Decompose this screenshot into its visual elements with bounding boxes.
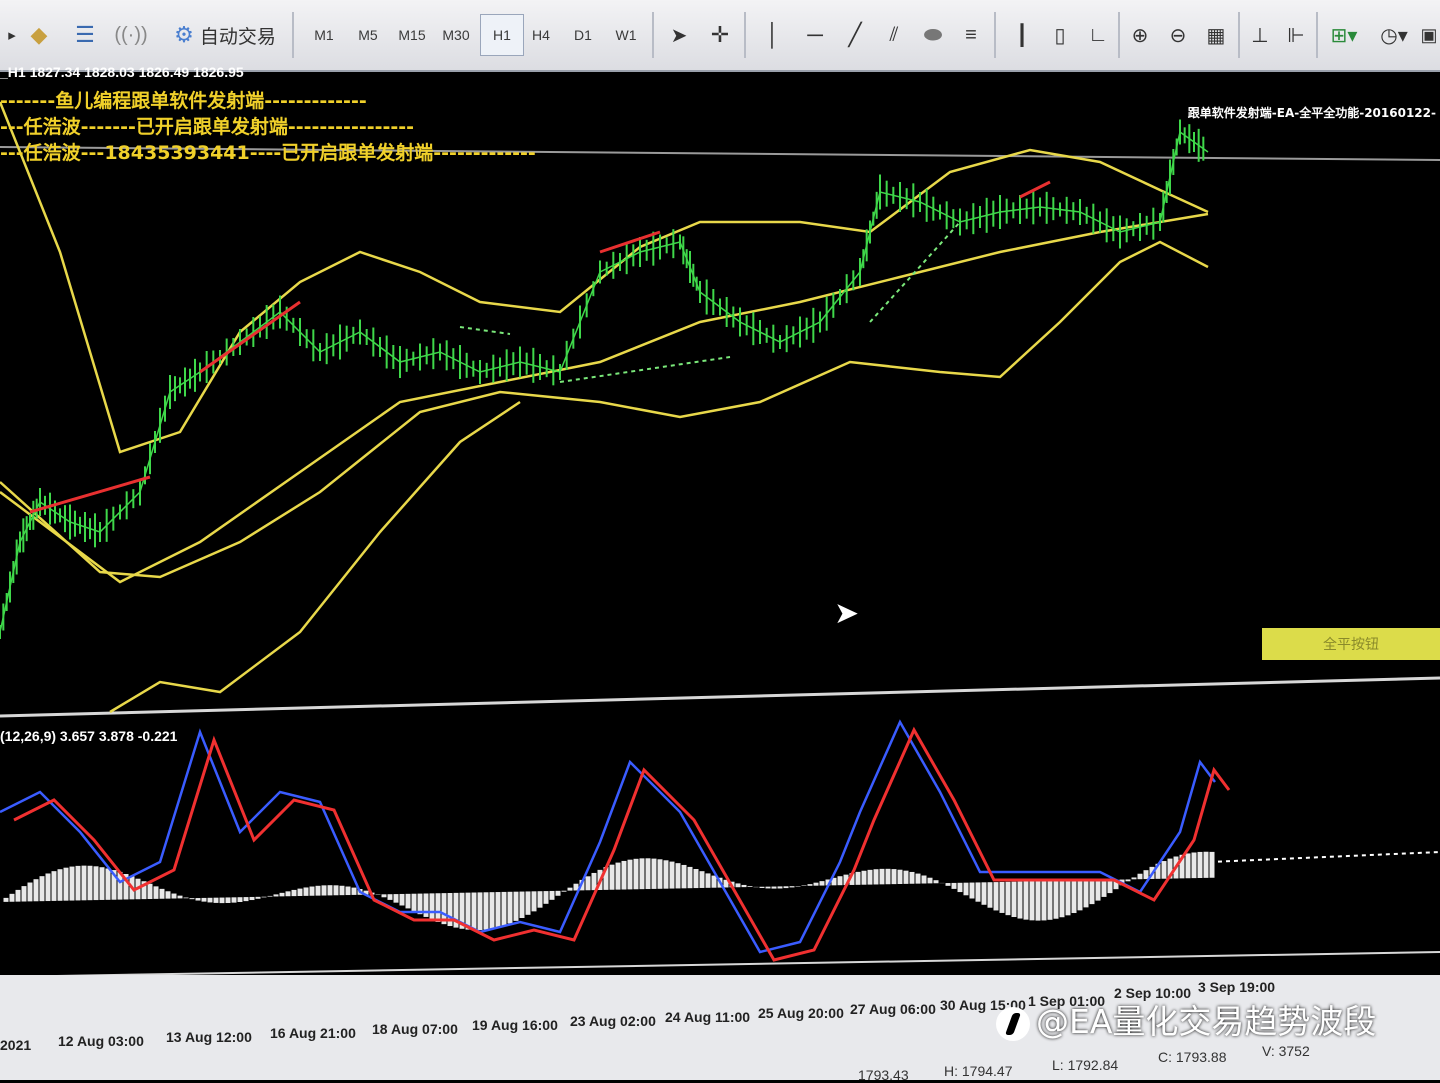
ellipse-icon[interactable]: ⬬	[918, 0, 948, 70]
watermark: @EA量化交易趋势波段	[996, 995, 1376, 1043]
time-label: 12 Aug 03:00	[58, 1033, 144, 1049]
status-price: 1793.43	[858, 1067, 909, 1083]
time-label: 3 Sep 19:00	[1198, 979, 1276, 995]
status-high: H: 1794.47	[944, 1063, 1013, 1079]
toolbar: ▸ ◆ ☰ ((·)) ⚙ 自动交易 M1 M5 M15 M30 H1 H4 D…	[0, 0, 1440, 72]
ea-label: 跟单软件发射端-EA-全平全功能-20160122-	[1187, 106, 1436, 120]
candle-chart-icon[interactable]: ▯	[1044, 0, 1076, 70]
status-close: C: 1793.88	[1158, 1049, 1227, 1065]
timeframe-w1[interactable]: W1	[608, 0, 644, 70]
horizontal-line-icon[interactable]: ─	[800, 0, 830, 70]
time-label: 13 Aug 12:00	[166, 1029, 252, 1045]
timeframe-m5[interactable]: M5	[350, 0, 386, 70]
swing-line-dashed	[459, 326, 511, 335]
time-label: 16 Aug 21:00	[270, 1025, 356, 1041]
timeframe-d1[interactable]: D1	[566, 0, 600, 70]
macd-label: (12,26,9) 3.657 3.878 -0.221	[0, 728, 178, 744]
comment-line-2: ---任浩波-------已开启跟单发射端----------------	[0, 116, 415, 138]
macd-zero-line	[1209, 851, 1440, 863]
arrow-icon[interactable]: ▸	[0, 0, 24, 70]
time-label: 2021	[0, 1037, 32, 1053]
pane-separator	[0, 676, 1440, 718]
vertical-line-icon[interactable]: │	[760, 0, 786, 70]
swing-line-dashed	[559, 356, 731, 383]
time-label: 24 Aug 11:00	[665, 1009, 751, 1025]
timeframe-h4[interactable]: H4	[524, 0, 558, 70]
timeframe-m15[interactable]: M15	[392, 0, 432, 70]
chart-shift-icon[interactable]: ⊥	[1244, 0, 1276, 70]
timeframe-h1[interactable]: H1	[480, 14, 524, 56]
watermark-text: @EA量化交易趋势波段	[1036, 1002, 1377, 1041]
swing-line-dashed	[869, 221, 961, 323]
line-chart-icon[interactable]: ∟	[1082, 0, 1114, 70]
trendline-icon[interactable]: ╱	[840, 0, 870, 70]
indicators-icon[interactable]: ⊞▾	[1322, 0, 1366, 70]
time-label: 25 Aug 20:00	[758, 1005, 844, 1021]
signal-icon[interactable]: ((·))	[114, 0, 148, 70]
symbol-ohlc: _H1 1827.34 1828.03 1826.49 1826.95	[0, 64, 244, 80]
zoom-in-icon[interactable]: ⊕	[1124, 0, 1156, 70]
auto-trade-label: 自动交易	[199, 26, 276, 48]
timeframe-m1[interactable]: M1	[306, 0, 342, 70]
crosshair-icon[interactable]: ✛	[704, 0, 736, 70]
swing-line-red	[29, 475, 151, 514]
robot-icon: ⚙	[174, 22, 194, 47]
time-label: 23 Aug 02:00	[570, 1013, 656, 1029]
platform-logo-icon	[996, 1006, 1030, 1041]
swing-line-red	[199, 300, 301, 374]
eraser-icon[interactable]: ◆	[22, 0, 56, 70]
time-label: 19 Aug 16:00	[472, 1017, 558, 1033]
zoom-out-icon[interactable]: ⊖	[1162, 0, 1194, 70]
status-low: L: 1792.84	[1052, 1057, 1119, 1073]
template-icon[interactable]: ▣	[1418, 0, 1440, 70]
fibonacci-icon[interactable]: ≡	[956, 0, 986, 70]
macd-main-line	[13, 726, 1231, 962]
time-label: 27 Aug 06:00	[850, 1001, 936, 1017]
close-all-button[interactable]: 全平按钮	[1262, 628, 1440, 660]
cursor-icon[interactable]: ➤	[664, 0, 694, 70]
periods-icon[interactable]: ◷▾	[1372, 0, 1416, 70]
comment-line-1: -------鱼儿编程跟单软件发射端-------------	[0, 90, 367, 112]
auto-trade-button[interactable]: ⚙ 自动交易	[160, 0, 290, 70]
autoscroll-icon[interactable]: ⊩	[1280, 0, 1312, 70]
channel-icon[interactable]: ⫽	[878, 0, 910, 70]
chart-window[interactable]: _H1 1827.34 1828.03 1826.49 1826.95 ----…	[0, 64, 1440, 1080]
timeframe-m30[interactable]: M30	[436, 0, 476, 70]
bar-chart-icon[interactable]: ┃	[1006, 0, 1038, 70]
mouse-cursor-icon: ➤	[834, 596, 860, 631]
strategy-tester-icon[interactable]: ☰	[68, 0, 102, 70]
time-label: 18 Aug 07:00	[372, 1021, 458, 1037]
tile-windows-icon[interactable]: ▦	[1200, 0, 1232, 70]
bollinger-lower	[0, 240, 1209, 579]
pane-bottom-line	[0, 951, 1440, 978]
status-volume: V: 3752	[1262, 1043, 1310, 1059]
comment-line-3: ---任浩波---18435393441----已开启跟单发射端--------…	[0, 142, 536, 164]
price-chart[interactable]	[0, 72, 1440, 1080]
swing-line-red	[1019, 180, 1051, 199]
